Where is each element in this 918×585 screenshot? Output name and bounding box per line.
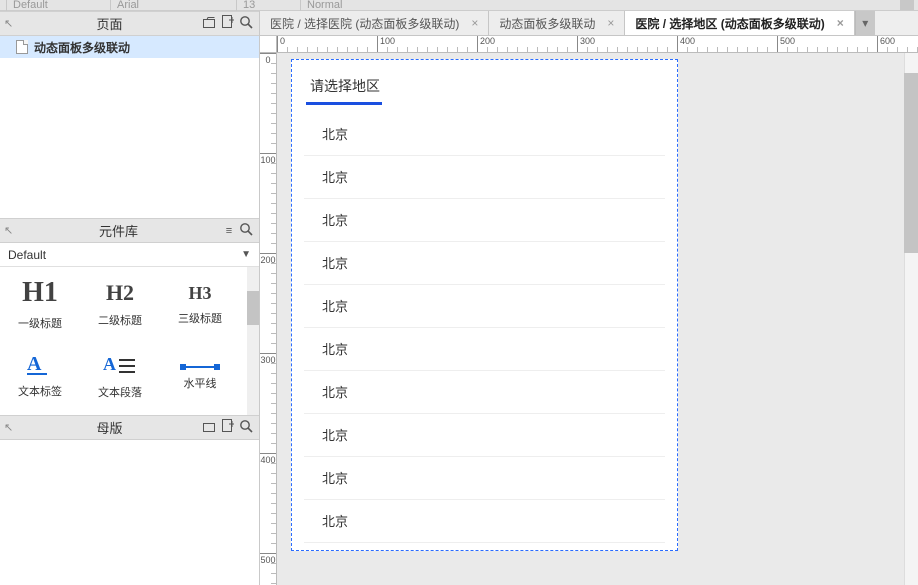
format-seg-style[interactable]: Default xyxy=(6,0,96,11)
widget-label: 二级标题 xyxy=(98,312,142,328)
widget-label[interactable]: A 文本标签 xyxy=(0,341,80,415)
widget-h3[interactable]: H3 三级标题 xyxy=(160,267,240,341)
ruler-tick: 500 xyxy=(260,553,276,565)
ruler-tick: 100 xyxy=(377,36,395,52)
add-folder-icon[interactable] xyxy=(201,420,219,436)
format-seg-size[interactable]: 13 xyxy=(236,0,286,11)
widget-label: 水平线 xyxy=(184,375,217,391)
pages-panel-title: 页面 xyxy=(18,14,201,33)
ruler-tick: 0 xyxy=(277,36,285,52)
add-page-icon[interactable] xyxy=(219,15,237,32)
tab-label: 医院 / 选择地区 (动态面板多级联动) xyxy=(635,15,824,32)
page-icon xyxy=(16,40,28,54)
tab-overflow-icon[interactable]: ▾ xyxy=(855,11,875,35)
document-tab[interactable]: 动态面板多级联动 × xyxy=(489,11,625,35)
heading-swatch-icon: H1 xyxy=(22,277,58,309)
pin-icon[interactable]: ↖ xyxy=(4,17,18,30)
document-tabbar: 医院 / 选择医院 (动态面板多级联动)×动态面板多级联动×医院 / 选择地区 … xyxy=(260,11,918,36)
pages-panel-header: ↖ 页面 xyxy=(0,11,259,36)
menu-icon[interactable]: ≡ xyxy=(219,225,237,237)
scrollbar-thumb[interactable] xyxy=(904,73,918,253)
region-item[interactable]: 北京 xyxy=(304,285,665,328)
region-item[interactable]: 北京 xyxy=(304,457,665,500)
format-toolbar-cutoff: Default Arial 13 Normal xyxy=(0,0,918,11)
ruler-tick: 600 xyxy=(877,36,895,52)
pin-icon[interactable]: ↖ xyxy=(4,224,18,237)
masters-tree[interactable] xyxy=(0,440,259,585)
heading-swatch-icon: H2 xyxy=(106,280,134,306)
widget-paragraph[interactable]: A 文本段落 xyxy=(80,341,160,415)
scrollbar-track[interactable] xyxy=(247,267,259,415)
region-item[interactable]: 北京 xyxy=(304,199,665,242)
library-panel-header: ↖ 元件库 ≡ xyxy=(0,218,259,243)
region-list: 北京北京北京北京北京北京北京北京北京北京 xyxy=(304,113,665,543)
panel-title: 请选择地区 xyxy=(310,76,677,96)
search-icon[interactable] xyxy=(237,222,255,239)
widget-label: 三级标题 xyxy=(178,310,222,326)
widget-h1[interactable]: H1 一级标题 xyxy=(0,267,80,341)
ruler-tick: 300 xyxy=(260,353,276,365)
document-tab[interactable]: 医院 / 选择医院 (动态面板多级联动) × xyxy=(260,11,489,35)
widget-h2[interactable]: H2 二级标题 xyxy=(80,267,160,341)
ruler-vertical[interactable]: 0 100 200 300 400 500 xyxy=(260,53,277,585)
dynamic-panel-selection[interactable]: 请选择地区 北京北京北京北京北京北京北京北京北京北京 xyxy=(291,59,678,551)
library-panel-title: 元件库 xyxy=(18,221,219,240)
widget-label: 一级标题 xyxy=(18,315,62,331)
widget-hr[interactable]: 水平线 xyxy=(160,341,240,415)
format-seg-weight[interactable]: Normal xyxy=(300,0,390,11)
scrollbar-thumb[interactable] xyxy=(247,291,259,325)
ruler-tick: 400 xyxy=(677,36,695,52)
page-item-label: 动态面板多级联动 xyxy=(34,39,130,56)
chevron-down-icon: ▼ xyxy=(241,249,251,260)
close-icon[interactable]: × xyxy=(837,16,844,30)
region-item[interactable]: 北京 xyxy=(304,113,665,156)
ruler-tick: 500 xyxy=(777,36,795,52)
ruler-corner xyxy=(260,36,277,53)
heading-swatch-icon: H3 xyxy=(188,283,211,304)
ruler-tick: 0 xyxy=(260,53,276,65)
close-icon[interactable]: × xyxy=(607,16,614,30)
pages-tree[interactable]: 动态面板多级联动 xyxy=(0,36,259,218)
library-dropdown[interactable]: Default ▼ xyxy=(0,243,259,267)
region-item[interactable]: 北京 xyxy=(304,414,665,457)
widget-grid: H1 一级标题 H2 二级标题 H3 三级标题 A 文本标签 A 文本段落 水平线 xyxy=(0,267,259,415)
masters-panel-header: ↖ 母版 xyxy=(0,415,259,440)
label-swatch-icon: A xyxy=(25,357,55,377)
search-icon[interactable] xyxy=(237,15,255,32)
search-icon[interactable] xyxy=(237,419,255,436)
region-item[interactable]: 北京 xyxy=(304,328,665,371)
format-seg-font[interactable]: Arial xyxy=(110,0,220,11)
document-tab[interactable]: 医院 / 选择地区 (动态面板多级联动) × xyxy=(625,11,854,35)
ruler-tick: 200 xyxy=(260,253,276,265)
region-item[interactable]: 北京 xyxy=(304,371,665,414)
hr-swatch-icon xyxy=(180,365,220,369)
library-dropdown-value: Default xyxy=(8,248,46,262)
add-master-icon[interactable] xyxy=(219,419,237,436)
page-item[interactable]: 动态面板多级联动 xyxy=(0,36,259,58)
paragraph-swatch-icon: A xyxy=(103,356,137,378)
tab-label: 医院 / 选择医院 (动态面板多级联动) xyxy=(270,15,459,32)
widget-label: 文本标签 xyxy=(18,383,62,399)
region-item[interactable]: 北京 xyxy=(304,156,665,199)
region-item[interactable]: 北京 xyxy=(304,500,665,543)
ruler-tick: 400 xyxy=(260,453,276,465)
canvas[interactable]: 请选择地区 北京北京北京北京北京北京北京北京北京北京 xyxy=(277,53,918,585)
toolbar-overflow-icon[interactable] xyxy=(900,0,914,10)
masters-panel-title: 母版 xyxy=(18,418,201,437)
ruler-tick: 100 xyxy=(260,153,276,165)
pin-icon[interactable]: ↖ xyxy=(4,421,18,434)
ruler-tick: 300 xyxy=(577,36,595,52)
add-folder-icon[interactable] xyxy=(201,16,219,32)
panel-title-underline xyxy=(306,102,382,105)
widget-label: 文本段落 xyxy=(98,384,142,400)
region-item[interactable]: 北京 xyxy=(304,242,665,285)
ruler-horizontal[interactable]: 0 100 200 300 400 500 600 xyxy=(277,36,918,53)
ruler-tick: 200 xyxy=(477,36,495,52)
tab-label: 动态面板多级联动 xyxy=(499,15,595,32)
close-icon[interactable]: × xyxy=(471,16,478,30)
